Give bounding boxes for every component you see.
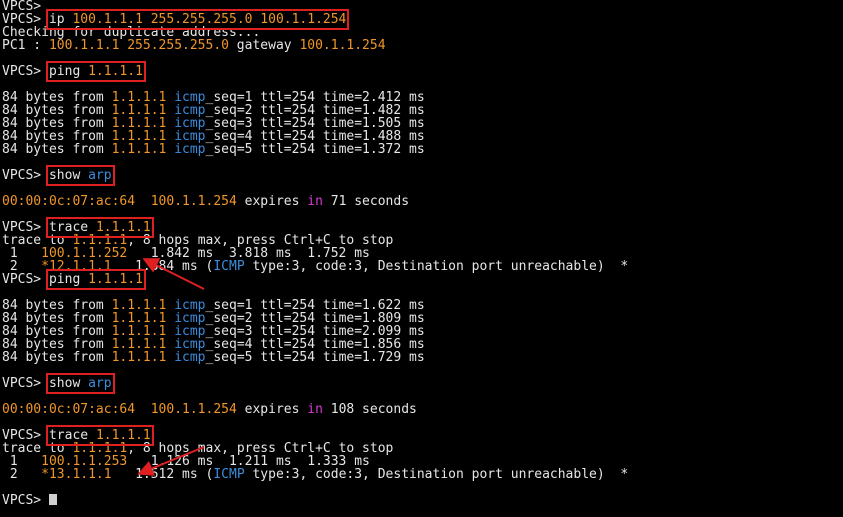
prompt: VPCS> — [2, 376, 42, 391]
highlighted-command: ping 1.1.1.1 — [45, 269, 146, 290]
command-token: ping — [48, 64, 89, 79]
output-token: expires — [236, 402, 308, 417]
output-token: ICMP — [213, 259, 245, 274]
output-token: in — [307, 402, 323, 417]
output-token: in — [307, 194, 323, 209]
prompt: VPCS> — [2, 168, 42, 183]
command-token: 1.1.1.1 — [88, 64, 143, 79]
command-line: VPCS> show arp — [2, 165, 843, 186]
output-token: *13.1.1.1 — [41, 467, 112, 482]
terminal-window[interactable]: VPCS> VPCS> ip 100.1.1.1 255.255.255.0 10… — [2, 0, 843, 517]
output-token: gateway — [228, 38, 300, 53]
output-token: 100.1.1.254 — [299, 38, 386, 53]
output-token: _seq=5 ttl=254 time=1.372 ms — [205, 142, 425, 157]
output-token: 100.1.1.254 — [150, 194, 237, 209]
output-token: icmp — [174, 142, 206, 157]
command-token: ping — [48, 272, 89, 287]
output-token: expires — [236, 194, 308, 209]
output-token: 84 bytes from — [2, 350, 112, 365]
output-token: 1.1.1.1 — [111, 142, 167, 157]
command-line: VPCS> ping 1.1.1.1 — [2, 61, 843, 82]
output-token: 100.1.1.254 — [150, 402, 237, 417]
command-token: arp — [88, 376, 112, 391]
prompt: VPCS> — [2, 64, 42, 79]
output-token — [135, 402, 151, 417]
output-line: 00:00:0c:07:ac:64 100.1.1.254 expires in… — [2, 403, 843, 416]
command-token: show — [48, 376, 89, 391]
output-line: 84 bytes from 1.1.1.1 icmp_seq=5 ttl=254… — [2, 143, 843, 156]
prompt: VPCS> — [2, 493, 42, 508]
output-token: 1.1.1.1 — [111, 350, 167, 365]
output-token: 1.512 ms ( — [111, 467, 214, 482]
prompt: VPCS> — [2, 272, 42, 287]
output-token: 100.1.1.1 255.255.255.0 — [48, 38, 229, 53]
output-token: type:3, code:3, Destination port unreach… — [244, 467, 629, 482]
output-token: 00:00:0c:07:ac:64 — [2, 402, 136, 417]
highlighted-command: ping 1.1.1.1 — [45, 61, 146, 82]
output-token: 00:00:0c:07:ac:64 — [2, 194, 136, 209]
output-line: 00:00:0c:07:ac:64 100.1.1.254 expires in… — [2, 195, 843, 208]
command-token: show — [48, 168, 89, 183]
input-line: VPCS> — [2, 494, 843, 507]
command-token: arp — [88, 168, 112, 183]
command-line: VPCS> show arp — [2, 373, 843, 394]
command-line: VPCS> ping 1.1.1.1 — [2, 269, 843, 290]
output-token: 84 bytes from — [2, 142, 112, 157]
highlighted-command: show arp — [45, 373, 115, 394]
output-token — [135, 194, 151, 209]
command-token: 1.1.1.1 — [88, 272, 143, 287]
output-token: 71 seconds — [322, 194, 410, 209]
output-token: ICMP — [213, 467, 245, 482]
output-token: _seq=5 ttl=254 time=1.729 ms — [205, 350, 425, 365]
highlighted-command: show arp — [45, 165, 115, 186]
output-line: PC1 : 100.1.1.1 255.255.255.0 gateway 10… — [2, 39, 843, 52]
output-token: icmp — [174, 350, 206, 365]
output-token: type:3, code:3, Destination port unreach… — [244, 259, 629, 274]
output-token: 2 — [2, 467, 42, 482]
output-line: 84 bytes from 1.1.1.1 icmp_seq=5 ttl=254… — [2, 351, 843, 364]
text-cursor[interactable] — [48, 494, 57, 505]
output-line: 2 *13.1.1.1 1.512 ms (ICMP type:3, code:… — [2, 468, 843, 481]
output-token: PC1 : — [2, 38, 49, 53]
output-token: 108 seconds — [322, 402, 417, 417]
